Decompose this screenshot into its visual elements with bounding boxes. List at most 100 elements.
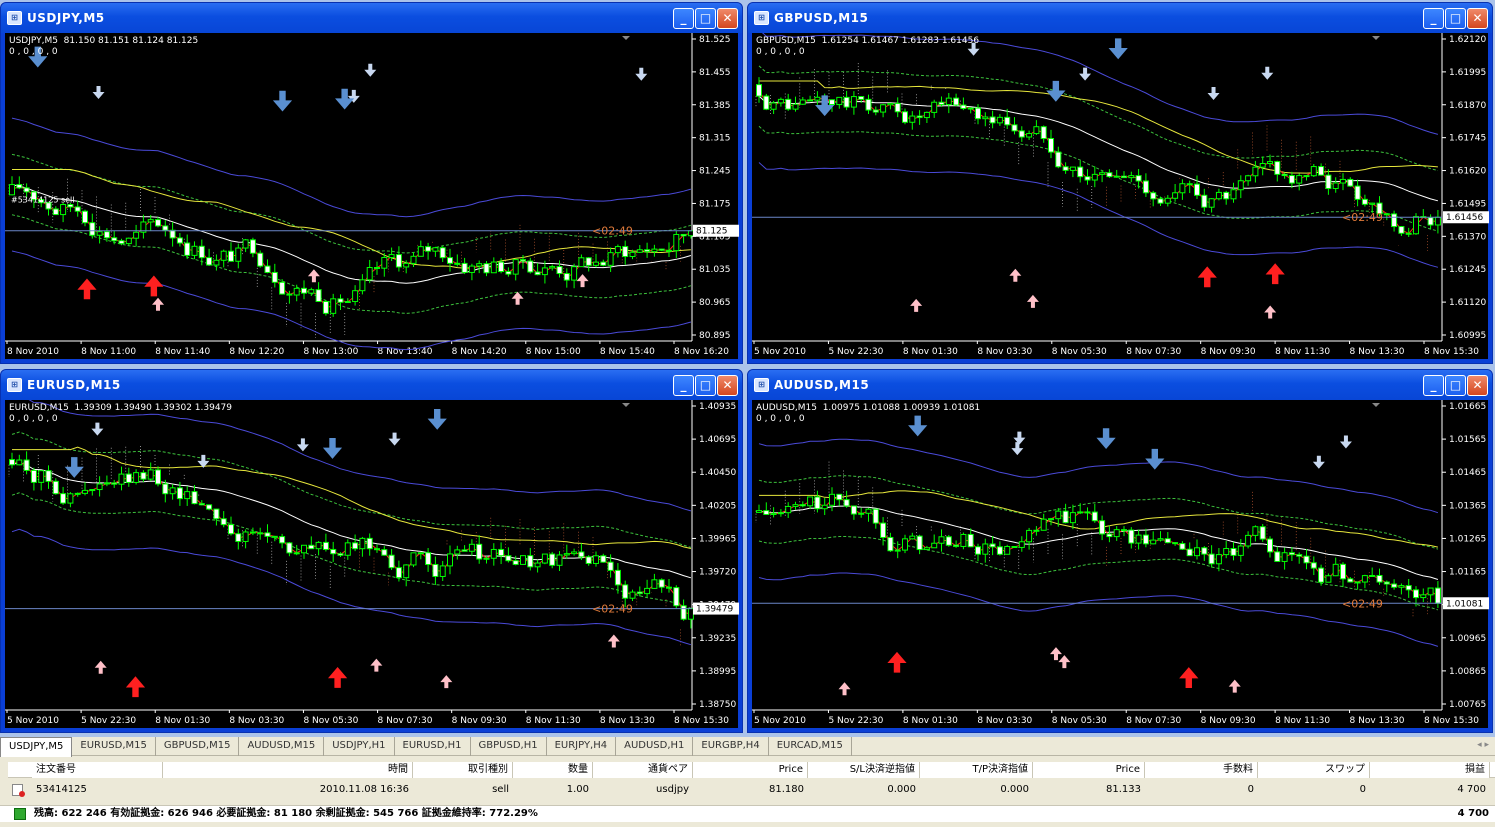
candle-body [673,233,680,252]
chart-window-audusd[interactable]: ⊞ AUDUSD,M15 _ □ ✕ 1.01665 1.01565 1.01465 1… [747,369,1493,733]
close-button[interactable]: ✕ [717,8,738,29]
candle-body [629,251,636,258]
candle-body [9,459,15,466]
candle-body [96,483,103,491]
candle-body [814,96,821,101]
chart-tab[interactable]: GBPUSD,M15 [156,737,240,756]
candle-body [1069,512,1076,524]
candle-body [651,248,658,253]
table-row[interactable]: 53414125 2010.11.08 16:36 sell 1.00 usdjpy 81… [8,782,1495,798]
tab-scroll-arrows[interactable]: ◂ ▸ [1477,740,1489,750]
minimize-button[interactable]: _ [1423,8,1444,29]
ohlc-label: USDJPY,M5 81.150 81.151 81.124 81.125 [9,36,199,46]
candle-body [235,533,242,542]
chart-area[interactable]: 1.62120 1.61995 1.61870 1.61745 1.61620 1.614… [752,33,1489,359]
candle-body [850,96,857,108]
candle-body [982,116,989,120]
title-bar[interactable]: ⊞ EURUSD,M15 [1,370,742,400]
price-tick-label: 1.60995 [1449,331,1486,341]
candle-body [344,542,351,556]
minimize-button[interactable]: _ [673,8,694,29]
column-header[interactable]: 時間 [163,762,413,778]
title-bar[interactable]: ⊞ USDJPY,M5 [1,3,742,33]
candle-body [198,503,205,506]
column-header[interactable]: S/L決済逆指値 [808,762,920,778]
candle-body [1040,126,1047,139]
column-header[interactable]: 損益 [1370,762,1490,778]
candle-body [1361,575,1368,583]
window-title: GBPUSD,M15 [774,11,869,25]
candle-body [1157,198,1164,204]
chart-window-gbpusd[interactable]: ⊞ GBPUSD,M15 _ □ ✕ 1.62120 1.61995 1.61870 1… [747,2,1493,364]
candle-body [1026,529,1033,543]
column-header[interactable]: 取引種別 [413,762,513,778]
buy-arrow-icon-shape [152,297,165,311]
minimize-button[interactable]: _ [673,375,694,396]
chart-window-usdjpy[interactable]: ⊞ USDJPY,M5 _ □ ✕ 81.525 81.455 81.385 81.31… [0,2,743,364]
chart-window-eurusd[interactable]: ⊞ EURUSD,M15 _ □ ✕ 1.40935 1.40695 1.40450 1… [0,369,743,733]
close-button[interactable]: ✕ [1467,375,1488,396]
time-tick-label: 8 Nov 03:30 [229,716,284,726]
sell-arrow-icon-shape [92,86,105,100]
candle-body [1091,511,1098,522]
sell-arrow-icon [335,88,355,110]
candle-body [228,524,234,535]
candle-body [1026,133,1033,138]
chart-tab[interactable]: GBPUSD,H1 [471,737,547,756]
close-button[interactable]: ✕ [1467,8,1488,29]
maximize-button[interactable]: □ [1445,8,1466,29]
maximize-button[interactable]: □ [695,8,716,29]
chart-area[interactable]: 81.525 81.455 81.385 81.315 81.245 81.175 81.1… [5,33,739,359]
time-tick-label: 5 Nov 22:30 [828,347,883,357]
buy-arrow-icon-shape [77,278,97,300]
close-button[interactable]: ✕ [717,375,738,396]
chart-tab[interactable]: AUDUSD,M15 [239,737,325,756]
candle-body [1296,175,1303,184]
buy-arrow-icon-shape [1265,263,1285,285]
column-header[interactable]: T/P決済指値 [920,762,1033,778]
time-tick-label: 8 Nov 01:30 [155,716,210,726]
chart-area[interactable]: 1.40935 1.40695 1.40450 1.40205 1.39965 1.397… [5,400,739,728]
chart-tab[interactable]: AUDUSD,H1 [616,737,694,756]
title-bar[interactable]: ⊞ GBPUSD,M15 [748,3,1492,33]
column-header[interactable]: Price [1033,762,1145,778]
candle-body [403,262,410,268]
sell-arrow-icon [1046,80,1066,102]
candle-body [938,101,945,106]
candle-body [286,542,293,554]
candle-body [1413,589,1419,599]
minimize-button[interactable]: _ [1423,375,1444,396]
chart-tab[interactable]: USDJPY,M5 [0,737,73,757]
column-header[interactable]: 注文番号 [32,762,163,778]
chart-tab[interactable]: EURGBP,H4 [693,737,769,756]
chart-tab[interactable]: USDJPY,H1 [324,737,395,756]
chart-area[interactable]: 1.01665 1.01565 1.01465 1.01365 1.01265 1.011… [752,400,1489,728]
candle-body [60,204,67,216]
price-tick-label: 1.01665 [1449,402,1486,412]
chart-tab[interactable]: EURUSD,H1 [395,737,471,756]
candle-body [67,493,74,504]
maximize-button[interactable]: □ [695,375,716,396]
column-header[interactable]: 数量 [513,762,593,778]
time-tick-label: 8 Nov 05:30 [1052,347,1107,357]
maximize-button[interactable]: □ [1445,375,1466,396]
candle-body [887,102,894,106]
candle-body [1267,161,1273,164]
title-bar[interactable]: ⊞ AUDUSD,M15 [748,370,1492,400]
candle-body [1164,197,1171,204]
chart-tab[interactable]: EURUSD,M15 [72,737,156,756]
sell-arrow-icon [1011,442,1024,456]
column-header[interactable]: 通貨ペア [593,762,693,778]
chart-tab[interactable]: EURCAD,M15 [769,737,852,756]
column-header[interactable]: Price [693,762,808,778]
candle-body [894,549,901,552]
time-tick-label: 8 Nov 07:30 [1126,347,1181,357]
candle-body [249,531,256,534]
candle-body [315,541,322,550]
sell-arrow-icon [1207,86,1220,100]
price-tick-label: 81.035 [699,265,731,275]
column-header[interactable]: 手数料 [1145,762,1258,778]
chart-tab[interactable]: EURJPY,H4 [547,737,617,756]
candle-body [975,107,981,120]
column-header[interactable]: スワップ [1258,762,1370,778]
